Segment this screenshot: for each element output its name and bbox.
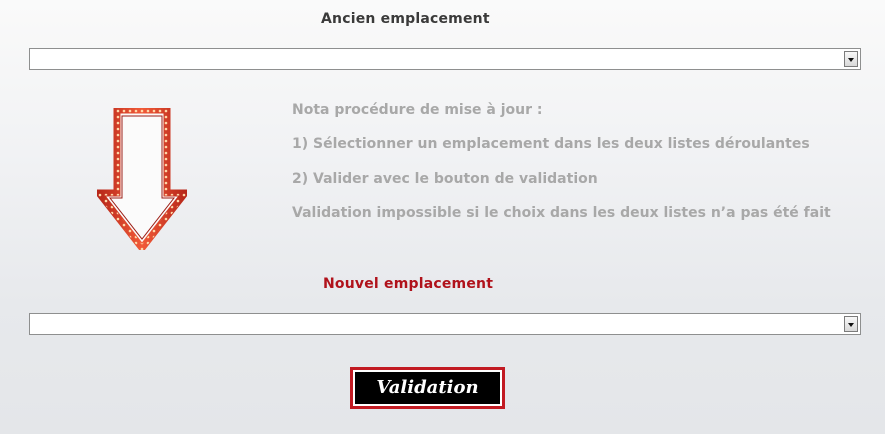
new-location-label: Nouvel emplacement: [323, 276, 494, 292]
note-step-2: 2) Valider avec le bouton de validation: [292, 171, 598, 187]
note-warning: Validation impossible si le choix dans l…: [292, 205, 831, 221]
old-location-dropdown[interactable]: [29, 48, 861, 70]
chevron-down-icon[interactable]: [844, 51, 858, 67]
new-location-dropdown[interactable]: [29, 313, 861, 335]
old-location-label: Ancien emplacement: [321, 11, 490, 27]
chevron-down-icon[interactable]: [844, 316, 858, 332]
note-step-1: 1) Sélectionner un emplacement dans les …: [292, 136, 810, 152]
validation-button[interactable]: Validation: [350, 367, 505, 409]
note-title: Nota procédure de mise à jour :: [292, 102, 543, 118]
down-arrow-icon: [97, 108, 187, 250]
